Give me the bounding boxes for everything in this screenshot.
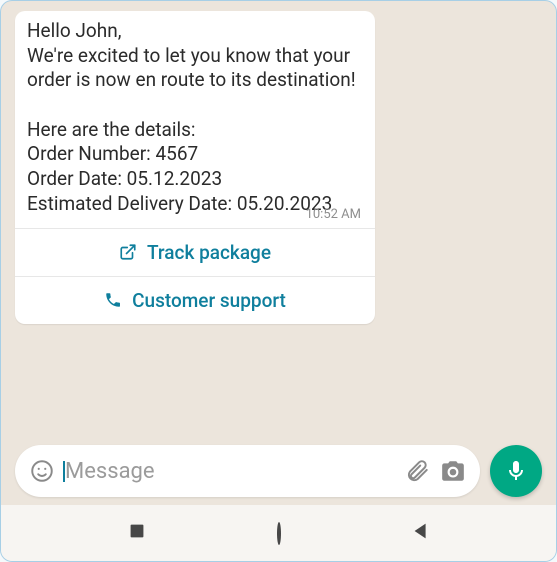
camera-icon[interactable] <box>440 458 466 484</box>
square-icon <box>126 520 148 542</box>
text-cursor <box>63 461 65 482</box>
track-package-label: Track package <box>147 241 271 264</box>
phone-frame: Hello John, We're excited to let you kno… <box>0 0 557 562</box>
nav-home-button[interactable] <box>277 524 281 543</box>
message-input-container[interactable]: Message <box>15 445 480 497</box>
phone-icon <box>104 291 122 309</box>
customer-support-button[interactable]: Customer support <box>15 276 375 324</box>
android-nav-bar <box>1 505 556 561</box>
message-input-placeholder: Message <box>65 459 155 484</box>
circle-icon <box>277 522 281 545</box>
chat-area: Hello John, We're excited to let you kno… <box>1 1 556 441</box>
message-input[interactable]: Message <box>65 459 394 484</box>
nav-recent-button[interactable] <box>126 520 148 546</box>
voice-message-button[interactable] <box>490 445 542 497</box>
customer-support-label: Customer support <box>132 289 286 312</box>
message-text: Hello John, We're excited to let you kno… <box>27 19 363 221</box>
message-body: Hello John, We're excited to let you kno… <box>15 11 375 228</box>
emoji-icon[interactable] <box>29 458 55 484</box>
track-package-button[interactable]: Track package <box>15 228 375 276</box>
triangle-left-icon <box>410 520 432 542</box>
nav-back-button[interactable] <box>410 520 432 546</box>
mic-icon <box>504 459 528 483</box>
attach-icon[interactable] <box>404 458 430 484</box>
open-link-icon <box>119 243 137 261</box>
incoming-message-bubble: Hello John, We're excited to let you kno… <box>15 11 375 324</box>
input-bar: Message <box>15 445 542 497</box>
